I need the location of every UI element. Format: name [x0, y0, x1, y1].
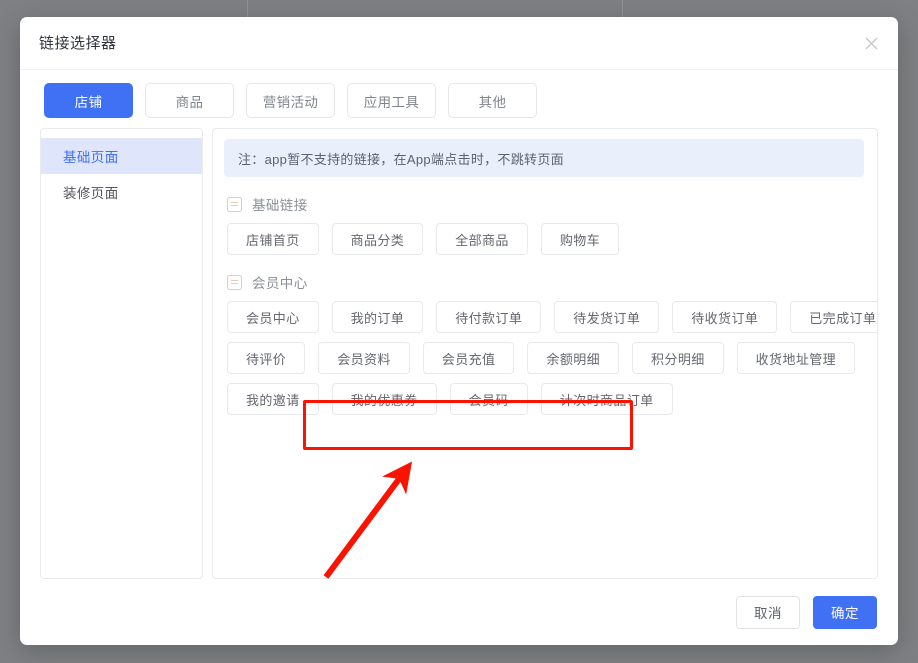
list-icon [227, 275, 242, 290]
tab-shop[interactable]: 店铺 [44, 83, 133, 118]
tab-marketing[interactable]: 营销活动 [246, 83, 335, 118]
chip-row: 我的邀请 我的优惠券 会员码 计次时商品订单 [227, 383, 864, 415]
section-header-basic-links: 基础链接 [224, 194, 864, 214]
confirm-button[interactable]: 确定 [813, 596, 877, 629]
section-header-member-center: 会员中心 [224, 272, 864, 292]
link-chip-pending-review[interactable]: 待评价 [227, 342, 305, 374]
link-selector-dialog: 链接选择器 店铺 商品 营销活动 应用工具 其他 基础页面 装修页面 注：app… [20, 17, 898, 645]
link-chip-balance-details[interactable]: 余额明细 [527, 342, 619, 374]
link-chip-shop-home[interactable]: 店铺首页 [227, 223, 319, 255]
link-chip-completed-orders[interactable]: 已完成订单 [790, 301, 878, 333]
link-chip-member-recharge[interactable]: 会员充值 [423, 342, 515, 374]
link-chip-timed-product-orders[interactable]: 计次时商品订单 [541, 383, 673, 415]
sidebar-item-decoration-pages[interactable]: 装修页面 [41, 174, 202, 210]
page-title: 链接选择器 [39, 32, 117, 53]
section-title: 基础链接 [252, 194, 308, 214]
link-list-panel: 注：app暂不支持的链接，在App端点击时，不跳转页面 基础链接 店铺首页 商品… [212, 128, 878, 579]
dialog-body: 基础页面 装修页面 注：app暂不支持的链接，在App端点击时，不跳转页面 基础… [40, 128, 878, 579]
tab-goods[interactable]: 商品 [145, 83, 234, 118]
link-chip-my-coupons[interactable]: 我的优惠券 [332, 383, 437, 415]
list-icon [227, 197, 242, 212]
dialog-footer: 取消 确定 [20, 579, 898, 645]
category-tabs: 店铺 商品 营销活动 应用工具 其他 [44, 83, 537, 118]
sidebar: 基础页面 装修页面 [40, 128, 203, 579]
link-chip-my-invitation[interactable]: 我的邀请 [227, 383, 319, 415]
member-center-group: 会员中心 我的订单 待付款订单 待发货订单 待收货订单 已完成订单 待评价 会员… [224, 301, 864, 415]
close-icon[interactable] [858, 30, 884, 56]
chip-row: 待评价 会员资料 会员充值 余额明细 积分明细 收货地址管理 [227, 342, 864, 374]
chip-row: 会员中心 我的订单 待付款订单 待发货订单 待收货订单 已完成订单 [227, 301, 864, 333]
link-chip-all-products[interactable]: 全部商品 [436, 223, 528, 255]
cancel-button[interactable]: 取消 [736, 596, 800, 629]
link-chip-product-category[interactable]: 商品分类 [332, 223, 424, 255]
chip-row: 店铺首页 商品分类 全部商品 购物车 [227, 223, 864, 255]
tab-other[interactable]: 其他 [448, 83, 537, 118]
link-chip-shipping-address-management[interactable]: 收货地址管理 [737, 342, 855, 374]
link-chip-member-profile[interactable]: 会员资料 [318, 342, 410, 374]
sidebar-item-basic-pages[interactable]: 基础页面 [41, 138, 202, 174]
backdrop-seam [247, 0, 248, 18]
link-chip-pending-shipment-orders[interactable]: 待发货订单 [554, 301, 659, 333]
link-chip-cart[interactable]: 购物车 [541, 223, 619, 255]
link-chip-pending-receipt-orders[interactable]: 待收货订单 [672, 301, 777, 333]
link-chip-member-code[interactable]: 会员码 [450, 383, 528, 415]
backdrop-seam [622, 0, 623, 18]
link-chip-pending-payment-orders[interactable]: 待付款订单 [436, 301, 541, 333]
tab-app-tools[interactable]: 应用工具 [347, 83, 436, 118]
basic-links-group: 店铺首页 商品分类 全部商品 购物车 [224, 223, 864, 255]
section-title: 会员中心 [252, 272, 308, 292]
link-chip-my-orders[interactable]: 我的订单 [332, 301, 424, 333]
dialog-header: 链接选择器 [20, 17, 898, 70]
notice-banner: 注：app暂不支持的链接，在App端点击时，不跳转页面 [224, 139, 864, 177]
link-chip-member-center[interactable]: 会员中心 [227, 301, 319, 333]
link-chip-points-details[interactable]: 积分明细 [632, 342, 724, 374]
